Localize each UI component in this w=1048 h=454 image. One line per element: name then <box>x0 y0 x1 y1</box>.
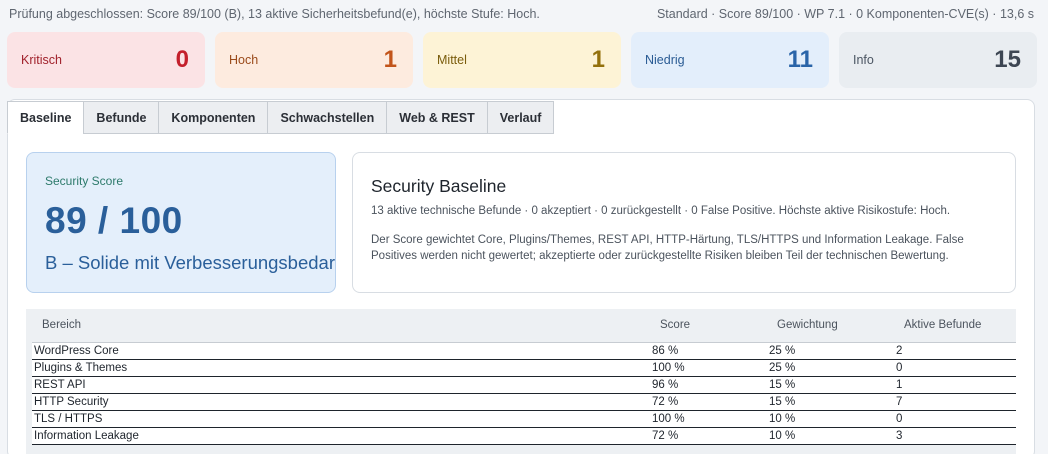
tab-bar: Baseline Befunde Komponenten Schwachstel… <box>7 101 555 134</box>
column-header-gewichtung[interactable]: Gewichtung <box>767 309 894 342</box>
severity-card-kritisch[interactable]: Kritisch 0 <box>7 32 205 88</box>
score-label: Security Score <box>45 174 124 188</box>
cell-aktive-befunde: 2 <box>894 341 1016 360</box>
cell-score: 96 % <box>650 376 767 394</box>
score-table-container: Bereich Score Gewichtung Aktive Befunde … <box>26 309 1016 454</box>
cell-gewichtung: 10 % <box>767 410 894 428</box>
baseline-title: Security Baseline <box>371 176 507 196</box>
score-value: 89 / 100 <box>45 200 183 241</box>
cell-aktive-befunde: 0 <box>894 410 1016 428</box>
table-row[interactable]: HTTP Security 72 % 15 % 7 <box>32 393 1016 411</box>
severity-count: 0 <box>175 46 189 73</box>
severity-label: Hoch <box>229 53 259 67</box>
severity-label: Mittel <box>437 53 467 67</box>
cell-aktive-befunde: 1 <box>894 376 1016 394</box>
cell-score: 72 % <box>650 393 767 411</box>
security-baseline-card: Security Baseline 13 aktive technische B… <box>352 152 1016 293</box>
column-header-aktive-befunde[interactable]: Aktive Befunde <box>894 309 1016 342</box>
severity-count: 11 <box>787 46 813 73</box>
baseline-summary: 13 aktive technische Befunde · 0 akzepti… <box>371 205 951 217</box>
severity-label: Info <box>853 53 874 67</box>
cell-bereich: REST API <box>32 376 650 394</box>
baseline-description: Der Score gewichtet Core, Plugins/Themes… <box>371 234 964 262</box>
severity-label: Kritisch <box>21 53 62 67</box>
score-table: Bereich Score Gewichtung Aktive Befunde … <box>32 309 1016 445</box>
tab-verlauf[interactable]: Verlauf <box>486 101 555 134</box>
severity-count: 15 <box>994 46 1021 73</box>
scan-meta: Standard · Score 89/100 · WP 7.1 · 0 Kom… <box>656 7 1034 21</box>
cell-aktive-befunde: 0 <box>894 359 1016 377</box>
table-row[interactable]: Plugins & Themes 100 % 25 % 0 <box>32 359 1016 377</box>
score-grade: B – Solide mit Verbesserungsbedarf <box>45 252 336 273</box>
column-header-score[interactable]: Score <box>650 309 767 342</box>
cell-score: 72 % <box>650 427 767 445</box>
table-row[interactable]: REST API 96 % 15 % 1 <box>32 376 1016 394</box>
tab-schwachstellen[interactable]: Schwachstellen <box>267 101 388 134</box>
cell-bereich: Information Leakage <box>32 427 650 445</box>
cell-gewichtung: 25 % <box>767 359 894 377</box>
severity-card-mittel[interactable]: Mittel 1 <box>423 32 621 88</box>
cell-bereich: WordPress Core <box>32 341 650 360</box>
severity-card-info[interactable]: Info 15 <box>839 32 1037 88</box>
security-score-card: Security Score 89 / 100 B – Solide mit V… <box>26 152 336 293</box>
tab-web-rest[interactable]: Web & REST <box>386 101 488 134</box>
tab-baseline[interactable]: Baseline <box>7 101 85 134</box>
cell-score: 100 % <box>650 410 767 428</box>
cell-gewichtung: 10 % <box>767 427 894 445</box>
table-header-row: Bereich Score Gewichtung Aktive Befunde <box>32 309 1016 342</box>
table-row[interactable]: TLS / HTTPS 100 % 10 % 0 <box>32 410 1016 428</box>
tab-befunde[interactable]: Befunde <box>83 101 160 134</box>
tab-komponenten[interactable]: Komponenten <box>158 101 269 134</box>
cell-bereich: TLS / HTTPS <box>32 410 650 428</box>
cell-gewichtung: 15 % <box>767 376 894 394</box>
status-summary: Prüfung abgeschlossen: Score 89/100 (B),… <box>9 7 540 21</box>
cell-gewichtung: 15 % <box>767 393 894 411</box>
cell-gewichtung: 25 % <box>767 341 894 360</box>
status-bar: Prüfung abgeschlossen: Score 89/100 (B),… <box>9 4 1034 24</box>
cell-aktive-befunde: 7 <box>894 393 1016 411</box>
severity-cards: Kritisch 0 Hoch 1 Mittel 1 Niedrig 11 In… <box>7 32 1037 88</box>
severity-card-niedrig[interactable]: Niedrig 11 <box>631 32 829 88</box>
severity-card-hoch[interactable]: Hoch 1 <box>215 32 413 88</box>
severity-count: 1 <box>591 46 605 73</box>
severity-label: Niedrig <box>645 53 685 67</box>
table-row[interactable]: WordPress Core 86 % 25 % 2 <box>32 341 1016 360</box>
severity-count: 1 <box>383 46 397 73</box>
cell-aktive-befunde: 3 <box>894 427 1016 445</box>
cell-bereich: HTTP Security <box>32 393 650 411</box>
table-row[interactable]: Information Leakage 72 % 10 % 3 <box>32 427 1016 445</box>
cell-score: 86 % <box>650 341 767 360</box>
cell-score: 100 % <box>650 359 767 377</box>
column-header-bereich[interactable]: Bereich <box>32 309 650 342</box>
cell-bereich: Plugins & Themes <box>32 359 650 377</box>
